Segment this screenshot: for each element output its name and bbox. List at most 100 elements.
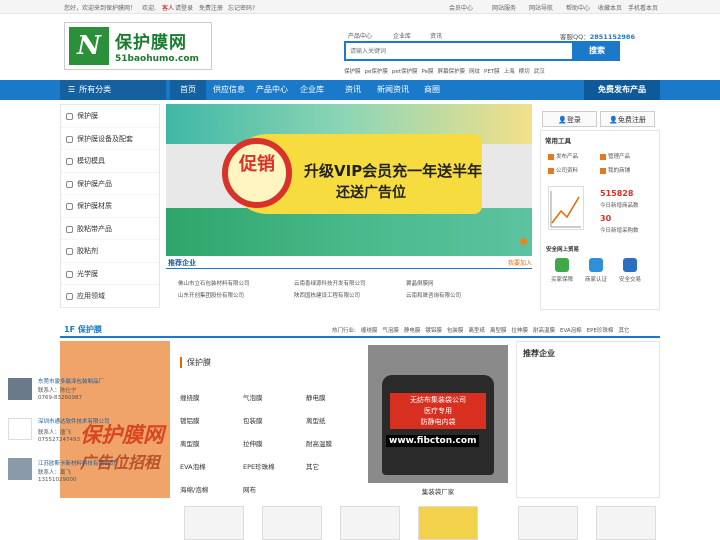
hot-industry[interactable]: 其它 [618, 326, 629, 334]
recommend-company[interactable]: 佛山市立石包装材料有限公司 [178, 279, 250, 287]
category-link[interactable]: 拉伸膜 [243, 438, 263, 448]
sidebar-item[interactable]: 保护膜材质 [61, 195, 159, 218]
company-name[interactable]: 深圳市通达软件技术有限公司 [38, 417, 110, 425]
tool-company[interactable]: 公司资料 [548, 166, 578, 174]
hot-industry[interactable]: 镀铝膜 [425, 326, 442, 334]
company-name[interactable]: 江苏欧斯卡新材料科技有限公司 [38, 459, 115, 467]
join-link[interactable]: 我要加入 [508, 258, 532, 267]
product-caption[interactable]: 集装袋厂家 [368, 486, 508, 496]
recommend-company[interactable]: 山东开创集团股份有限公司 [178, 291, 244, 299]
category-link[interactable]: 离型膜 [180, 438, 200, 448]
hot-keyword[interactable]: 网纹 [469, 67, 480, 75]
category-link[interactable]: 海绵/泡棉 [180, 484, 208, 494]
nav-supply[interactable]: 供应信息 [208, 80, 250, 100]
hot-industry[interactable]: 离型膜 [490, 326, 507, 334]
hot-keyword[interactable]: Pe膜 [421, 67, 433, 75]
login-link[interactable]: 请登录 [175, 3, 193, 12]
product-thumb[interactable] [596, 506, 656, 540]
all-categories-button[interactable]: ☰ 所有分类 [60, 80, 166, 100]
sidebar-item[interactable]: 保护膜 [61, 105, 159, 128]
hot-industry[interactable]: 缠绕膜 [361, 326, 378, 334]
search-tab-products[interactable]: 产品中心 [348, 31, 372, 40]
company-thumb[interactable] [8, 458, 32, 480]
sidebar-item[interactable]: 保护膜设备及配套 [61, 128, 159, 150]
hot-industry[interactable]: 静电膜 [404, 326, 421, 334]
site-logo[interactable]: N 保护膜网 51baohumo.com [64, 22, 212, 70]
product-thumb[interactable] [262, 506, 322, 540]
hot-industry[interactable]: 拉伸膜 [511, 326, 528, 334]
hot-keyword[interactable]: 保护膜 [344, 67, 361, 75]
hot-keyword[interactable]: 上海 [504, 67, 515, 75]
featured-product-image[interactable]: 无纺布集装袋公司 医疗专用 防静电内袋 www.fibcton.com [368, 345, 508, 483]
nav-news-info[interactable]: 新闻资讯 [372, 80, 414, 100]
search-input[interactable] [344, 41, 574, 61]
nav-companies[interactable]: 企业库 [295, 80, 329, 100]
product-thumb[interactable] [518, 506, 578, 540]
product-thumb[interactable] [340, 506, 400, 540]
carousel-dot[interactable] [520, 238, 527, 245]
category-link[interactable]: 离型纸 [306, 415, 326, 425]
hot-industry[interactable]: 气泡膜 [382, 326, 399, 334]
category-link[interactable]: 网布 [243, 484, 256, 494]
safety-buyer[interactable]: 买家保障 [545, 258, 579, 283]
category-link[interactable]: 镀铝膜 [180, 415, 200, 425]
topbar-member-center[interactable]: 会员中心 [449, 3, 473, 12]
nav-news[interactable]: 资讯 [338, 80, 368, 100]
sidebar-item[interactable]: 光学膜 [61, 263, 159, 285]
search-tab-news[interactable]: 资讯 [430, 31, 442, 40]
category-link[interactable]: 包装膜 [243, 415, 263, 425]
nav-home[interactable]: 首页 [170, 80, 206, 100]
safety-merchant[interactable]: 商家认证 [579, 258, 613, 283]
company-name[interactable]: 东莞市骏多赢泽包装制品厂 [38, 377, 104, 385]
hot-keyword[interactable]: 武汉 [534, 67, 545, 75]
register-link[interactable]: 免费注册 [199, 3, 223, 12]
tool-publish[interactable]: 发布产品 [548, 152, 578, 160]
promo-banner[interactable]: 促销 升级VIP会员充一年送半年 还送广告位 [166, 104, 532, 256]
category-link[interactable]: 耐高温膜 [306, 438, 332, 448]
tool-manage[interactable]: 管理产品 [600, 152, 630, 160]
hot-keyword[interactable]: pe保护膜 [365, 67, 388, 75]
topbar-mobile[interactable]: 手机看本页 [628, 3, 658, 12]
guest-link[interactable]: 客人 [162, 3, 174, 12]
search-button[interactable]: 搜索 [574, 41, 620, 61]
hot-keyword[interactable]: pet保护膜 [392, 67, 418, 75]
sidebar-item[interactable]: 保护膜产品 [61, 173, 159, 195]
category-link[interactable]: 气泡膜 [243, 392, 263, 402]
safety-trade[interactable]: 安全交易 [613, 258, 647, 283]
sidebar-item[interactable]: 应用领域 [61, 285, 159, 308]
hot-keyword[interactable]: 横切 [519, 67, 530, 75]
category-link[interactable]: EPE珍珠棉 [243, 461, 275, 471]
recommend-company[interactable]: 云南和晟咨询有限公司 [406, 291, 461, 299]
topbar-site-nav[interactable]: 网站导航 [529, 3, 553, 12]
nav-circle[interactable]: 商圈 [418, 80, 446, 100]
company-thumb[interactable] [8, 378, 32, 400]
topbar-help-center[interactable]: 帮助中心 [566, 3, 590, 12]
category-link[interactable]: 静电膜 [306, 392, 326, 402]
topbar-bookmark[interactable]: 收藏本页 [598, 3, 622, 12]
product-thumb[interactable] [184, 506, 244, 540]
product-thumb[interactable] [418, 506, 478, 540]
hot-keyword[interactable]: 屏幕保护膜 [437, 67, 465, 75]
publish-product-button[interactable]: 免费发布产品 [584, 80, 660, 100]
forgot-password-link[interactable]: 忘记密码? [228, 3, 255, 12]
nav-products[interactable]: 产品中心 [251, 80, 293, 100]
topbar-site-service[interactable]: 网站服务 [492, 3, 516, 12]
register-button[interactable]: 👤免费注册 [600, 111, 655, 127]
sidebar-item[interactable]: 胶粘带产品 [61, 218, 159, 240]
search-tab-companies[interactable]: 企业库 [393, 31, 411, 40]
hot-industry[interactable]: EPE珍珠棉 [587, 326, 614, 334]
recommend-company[interactable]: 陕西国栋建设工程有限公司 [294, 291, 360, 299]
hot-keyword[interactable]: PET膜 [484, 67, 500, 75]
category-link[interactable]: 缠绕膜 [180, 392, 200, 402]
hot-industry[interactable]: 耐高温膜 [533, 326, 555, 334]
company-thumb[interactable] [8, 418, 32, 440]
tool-shop[interactable]: 我的商铺 [600, 166, 630, 174]
recommend-company[interactable]: 翼晶倒膜网 [406, 279, 434, 287]
sidebar-item[interactable]: 模切模具 [61, 150, 159, 173]
recommend-company[interactable]: 云南香绿源科技开发有限公司 [294, 279, 366, 287]
login-button[interactable]: 👤登录 [542, 111, 597, 127]
category-link[interactable]: 其它 [306, 461, 319, 471]
category-link[interactable]: EVA泡棉 [180, 461, 206, 471]
hot-industry[interactable]: 包装膜 [447, 326, 464, 334]
sidebar-item[interactable]: 胶粘剂 [61, 240, 159, 263]
